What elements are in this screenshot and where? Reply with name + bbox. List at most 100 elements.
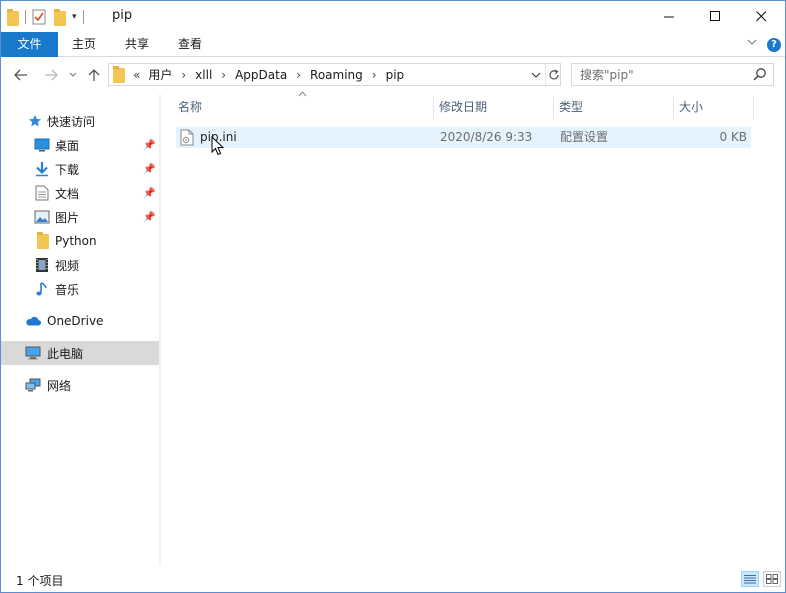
search-icon[interactable]	[753, 67, 767, 84]
tab-file[interactable]: 文件	[1, 32, 58, 57]
status-bar: 1 个项目	[1, 566, 785, 592]
forward-button[interactable]	[41, 66, 61, 84]
sidebar-item-music[interactable]: 音乐	[1, 277, 159, 301]
desktop-icon	[34, 137, 50, 153]
file-date: 2020/8/26 9:33	[440, 130, 533, 144]
sidebar-item-label: Python	[55, 234, 97, 248]
star-icon	[27, 113, 43, 129]
column-header-type[interactable]: 类型	[559, 94, 673, 120]
column-header-size[interactable]: 大小	[679, 94, 751, 120]
column-divider[interactable]	[553, 96, 554, 120]
sidebar-item-label: 桌面	[55, 138, 80, 153]
column-header-date[interactable]: 修改日期	[439, 94, 553, 120]
details-view-icon[interactable]	[741, 571, 759, 587]
minimize-button[interactable]	[646, 1, 692, 32]
sidebar-item-label: 视频	[55, 258, 80, 273]
sidebar-item-this-pc[interactable]: 此电脑	[1, 341, 159, 365]
video-icon	[34, 257, 50, 273]
qat-dropdown-icon[interactable]: ▾	[72, 12, 77, 22]
chevron-right-icon[interactable]: ›	[296, 68, 301, 82]
folder-icon	[35, 231, 51, 249]
chevron-right-icon[interactable]: ›	[181, 68, 186, 82]
chevron-right-icon[interactable]: ›	[372, 68, 377, 82]
chevron-right-icon[interactable]: ›	[221, 68, 226, 82]
address-dropdown-icon[interactable]	[527, 64, 545, 85]
close-button[interactable]	[738, 1, 784, 32]
sidebar-item-documents[interactable]: 文档 📌	[1, 181, 159, 205]
breadcrumb-pip[interactable]: pip	[386, 68, 405, 82]
breadcrumb-overflow[interactable]: «	[133, 68, 140, 82]
column-header-name[interactable]: 名称	[178, 94, 433, 120]
file-type: 配置设置	[560, 130, 609, 144]
sidebar-item-python[interactable]: Python	[1, 229, 159, 253]
maximize-button[interactable]	[692, 1, 738, 32]
qat-separator	[25, 10, 26, 24]
tab-share[interactable]: 共享	[110, 32, 164, 57]
folder-icon	[113, 66, 125, 83]
properties-icon[interactable]	[32, 9, 46, 25]
expand-ribbon-icon[interactable]	[747, 38, 757, 49]
breadcrumb: « 用户 › xlll › AppData › Roaming › pip	[113, 64, 404, 85]
sidebar-item-desktop[interactable]: 桌面 📌	[1, 133, 159, 157]
back-button[interactable]	[11, 66, 31, 84]
pin-icon[interactable]: 📌	[143, 212, 155, 223]
music-icon	[34, 281, 50, 297]
ribbon-tabs: 文件 主页 共享 查看 ?	[1, 32, 785, 57]
sidebar-item-videos[interactable]: 视频	[1, 253, 159, 277]
document-icon	[34, 185, 50, 201]
pin-icon[interactable]: 📌	[143, 188, 155, 199]
recent-locations-icon[interactable]	[67, 66, 79, 84]
column-divider[interactable]	[433, 96, 434, 120]
pin-icon[interactable]: 📌	[143, 164, 155, 175]
sidebar-item-label: 文档	[55, 186, 80, 201]
pictures-icon	[34, 209, 50, 225]
breadcrumb-appdata[interactable]: AppData	[235, 68, 287, 82]
network-icon	[25, 377, 41, 393]
sidebar-item-onedrive[interactable]: OneDrive	[1, 309, 159, 333]
sidebar-item-label: 图片	[55, 210, 80, 225]
sidebar-item-quick-access[interactable]: 快速访问	[1, 109, 159, 133]
navigation-pane: 快速访问 桌面 📌 下载 📌 文档 📌 图片 📌 Python 视频 音乐 On…	[1, 94, 159, 566]
quick-access-toolbar: ▾	[7, 7, 90, 27]
window-title: pip	[112, 8, 133, 23]
mouse-cursor-icon	[211, 135, 225, 159]
pin-icon[interactable]: 📌	[143, 140, 155, 151]
sidebar-item-label: 此电脑	[47, 346, 84, 361]
item-count: 1 个项目	[16, 574, 64, 588]
breadcrumb-users[interactable]: 用户	[148, 66, 172, 83]
column-divider[interactable]	[673, 96, 674, 120]
title-separator	[82, 10, 84, 24]
file-list: 名称 修改日期 类型 大小 pip.ini 2020/8/26 9:33 配置设…	[161, 91, 785, 566]
search-box[interactable]	[571, 63, 774, 86]
sidebar-item-label: 音乐	[55, 282, 80, 297]
table-row[interactable]: pip.ini 2020/8/26 9:33 配置设置 0 KB	[176, 127, 751, 148]
sidebar-item-label: OneDrive	[47, 314, 104, 328]
breadcrumb-roaming[interactable]: Roaming	[310, 68, 363, 82]
help-icon[interactable]: ?	[767, 38, 781, 52]
sidebar-item-pictures[interactable]: 图片 📌	[1, 205, 159, 229]
navigation-bar: « 用户 › xlll › AppData › Roaming › pip	[1, 57, 785, 94]
computer-icon	[25, 345, 41, 361]
breadcrumb-user[interactable]: xlll	[195, 68, 212, 82]
title-bar: ▾ pip	[1, 1, 785, 32]
download-icon	[34, 161, 50, 177]
file-size: 0 KB	[719, 130, 747, 144]
column-divider[interactable]	[753, 96, 754, 120]
folder-icon[interactable]	[7, 8, 19, 26]
sidebar-item-downloads[interactable]: 下载 📌	[1, 157, 159, 181]
sidebar-item-label: 快速访问	[47, 114, 96, 129]
search-input[interactable]	[580, 66, 750, 83]
address-bar[interactable]: « 用户 › xlll › AppData › Roaming › pip	[108, 63, 561, 86]
up-button[interactable]	[85, 66, 103, 84]
cloud-icon	[25, 313, 41, 329]
large-icons-view-icon[interactable]	[763, 571, 781, 587]
sidebar-item-network[interactable]: 网络	[1, 373, 159, 397]
refresh-icon[interactable]	[545, 64, 561, 85]
tab-view[interactable]: 查看	[164, 32, 216, 57]
tab-home[interactable]: 主页	[58, 32, 110, 57]
sidebar-item-label: 网络	[47, 378, 72, 393]
sidebar-item-label: 下载	[55, 162, 80, 177]
settings-file-icon	[180, 129, 194, 146]
explorer-window: ▾ pip 文件 主页 共享 查看 ? « 用户 › xlll › AppDat…	[0, 0, 786, 593]
new-folder-icon[interactable]	[54, 8, 66, 26]
